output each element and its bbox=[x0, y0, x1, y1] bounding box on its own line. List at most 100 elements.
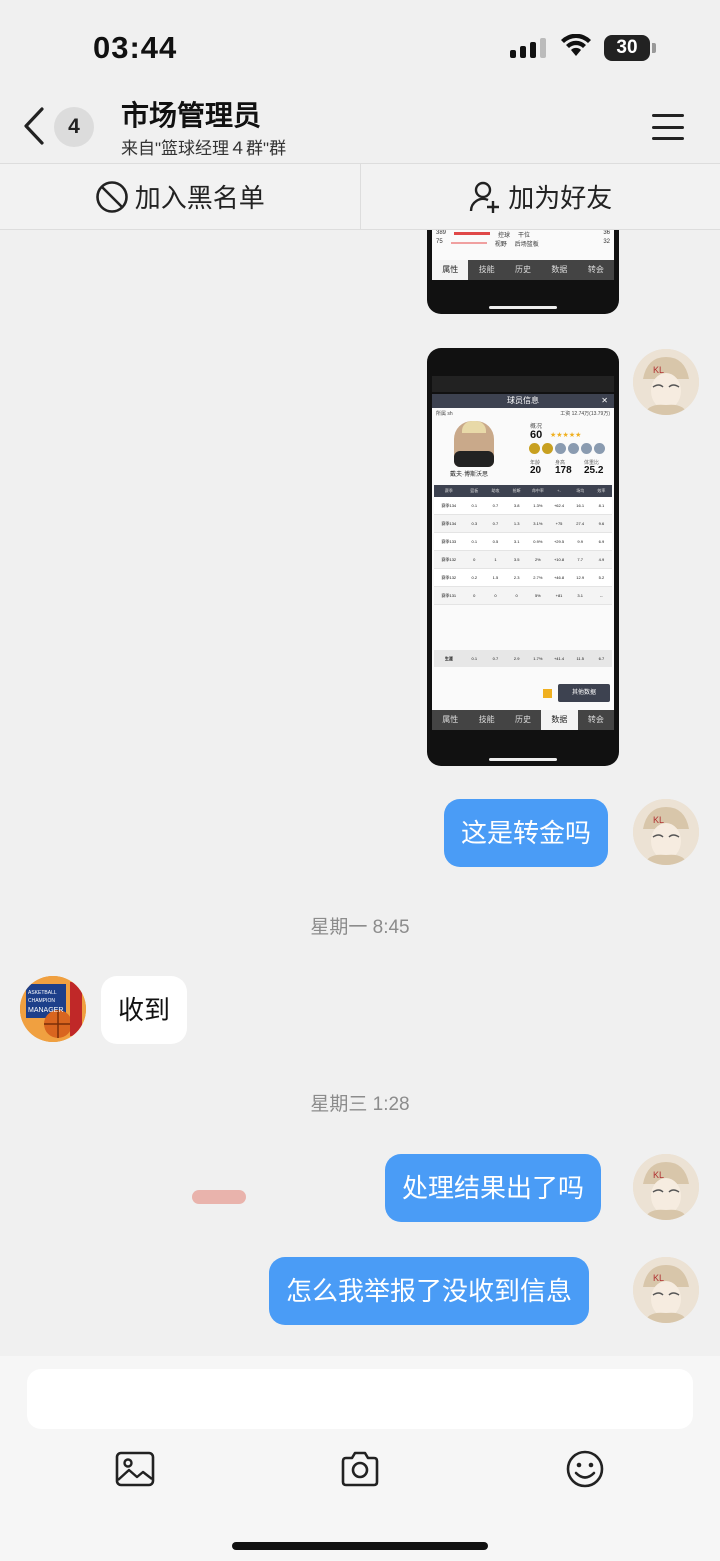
shot-tab: 技能 bbox=[478, 715, 495, 724]
career-cell: +41.4 bbox=[553, 656, 565, 661]
chat-area[interactable]: 389 控球 干位 36 75 视野 后场篮板 32 属性 技能 历史 数据 转… bbox=[0, 230, 720, 1356]
shot-tab: 转会 bbox=[587, 715, 604, 724]
chat-header: 4 市场管理员 来自"篮球经理４群"群 bbox=[0, 92, 720, 164]
career-cell: 11.5 bbox=[576, 656, 584, 661]
stats-cell: +62.4 bbox=[553, 503, 565, 508]
stats-table: 赛季134 0.1 0.7 3.8 1.3% +62.4 16.1 8.1 赛季134 0.3 0.… bbox=[434, 497, 612, 605]
my-avatar[interactable]: KL bbox=[633, 349, 699, 415]
stats-cell: 0 bbox=[473, 593, 476, 598]
my-avatar-icon: KL bbox=[633, 1154, 699, 1220]
stats-row: 赛季134 0.1 0.7 3.8 1.3% +62.4 16.1 8.1 bbox=[434, 497, 612, 515]
status-bar: 03:44 30 bbox=[0, 0, 720, 92]
stats-cell: 3.1 bbox=[513, 539, 520, 544]
admin-avatar-text: ASKETBALL bbox=[28, 990, 57, 996]
stats-cell: 0.1 bbox=[471, 539, 478, 544]
my-avatar[interactable]: KL bbox=[633, 1257, 699, 1323]
image-icon[interactable] bbox=[114, 1448, 156, 1490]
menu-icon[interactable] bbox=[652, 114, 684, 140]
stats-cell: 8.1 bbox=[598, 503, 605, 508]
my-avatar[interactable]: KL bbox=[633, 799, 699, 865]
stats-cell: +75 bbox=[555, 521, 563, 526]
my-avatar-icon: KL bbox=[633, 799, 699, 865]
emoji-icon[interactable] bbox=[564, 1448, 606, 1490]
wifi-icon bbox=[561, 34, 591, 56]
stats-cell: 27.4 bbox=[576, 521, 585, 526]
stats-cell: 0.3 bbox=[471, 521, 478, 526]
skill-badges bbox=[529, 443, 605, 454]
block-icon bbox=[95, 180, 128, 213]
stats-cell: -- bbox=[600, 593, 603, 598]
page-subtitle: 来自"篮球经理４群"群 bbox=[121, 139, 287, 158]
shot-title: 球员信息 bbox=[507, 396, 539, 405]
add-friend-icon bbox=[470, 181, 500, 213]
player-portrait bbox=[454, 421, 494, 467]
stats-cell: 5% bbox=[534, 593, 541, 598]
message-bubble-outgoing[interactable]: 这是转金吗 bbox=[444, 799, 609, 867]
stats-cell: 0 bbox=[473, 557, 476, 562]
shot-tab: 数据 bbox=[551, 265, 568, 274]
add-friend-label: 加为好友 bbox=[508, 183, 613, 213]
stats-cell: 12.9 bbox=[576, 575, 585, 580]
stats-cell: 赛季133 bbox=[441, 539, 457, 544]
stats-cell: 0.9% bbox=[533, 539, 543, 544]
my-avatar-icon: KL bbox=[633, 1257, 699, 1323]
career-cell: 2.9 bbox=[513, 656, 520, 661]
stats-header-row: 赛季 篮板 助攻 抢断 命中率 +- 场均 效率 bbox=[434, 485, 612, 497]
message-bubble-incoming[interactable]: 收到 bbox=[101, 976, 188, 1044]
stats-cell: 3.1 bbox=[577, 593, 583, 598]
stats-cell: 0.7 bbox=[492, 521, 499, 526]
action-bar: 加入黑名单 加为好友 bbox=[0, 163, 720, 230]
stats-cell: 3.5 bbox=[513, 557, 520, 562]
player-name: 戴夫·博斯沃思 bbox=[450, 472, 488, 478]
add-friend-button[interactable]: 加为好友 bbox=[361, 164, 720, 229]
shot-tabbar: 属性 技能 历史 数据 转会 bbox=[432, 710, 614, 730]
back-chevron-icon[interactable] bbox=[22, 106, 46, 146]
stats-cell: 赛季131 bbox=[441, 593, 457, 598]
career-cell: 0.7 bbox=[492, 656, 499, 661]
shot-cell: 32 bbox=[603, 239, 610, 245]
svg-text:KL: KL bbox=[653, 1170, 664, 1180]
stats-cell: 1.3 bbox=[513, 521, 520, 526]
stats-header: 效率 bbox=[597, 488, 606, 493]
message-input[interactable] bbox=[27, 1369, 693, 1429]
stats-cell: 赛季132 bbox=[441, 575, 457, 580]
unread-count-badge[interactable]: 4 bbox=[54, 107, 94, 147]
rating-stars: ★★★★★ bbox=[550, 432, 582, 439]
composer bbox=[0, 1356, 720, 1561]
battery-icon: 30 bbox=[604, 35, 650, 61]
shot-close-icon: ✕ bbox=[601, 396, 608, 405]
my-avatar[interactable]: KL bbox=[633, 1154, 699, 1220]
shot-tab: 技能 bbox=[478, 265, 495, 274]
camera-icon[interactable] bbox=[339, 1448, 381, 1490]
svg-text:KL: KL bbox=[653, 1273, 664, 1283]
stats-cell: 3.8 bbox=[513, 503, 520, 508]
stats-cell: 16.1 bbox=[576, 503, 585, 508]
shot-home-indicator bbox=[489, 758, 557, 761]
stats-cell: +10.8 bbox=[553, 557, 565, 562]
shot-meta: 所属 sh 工资 12.74万(13.79万) bbox=[432, 408, 614, 419]
stats-cell: 6.9 bbox=[598, 539, 605, 544]
stats-cell: 0 bbox=[515, 593, 518, 598]
message-bubble-outgoing[interactable]: 怎么我举报了没收到信息 bbox=[269, 1257, 590, 1325]
clock: 03:44 bbox=[93, 30, 178, 65]
shot-owner: 所属 sh bbox=[436, 411, 453, 417]
stats-header: 助攻 bbox=[491, 488, 500, 493]
shot-tab: 转会 bbox=[587, 265, 604, 274]
shot-cell: 视野 bbox=[494, 242, 507, 248]
stats-header: 赛季 bbox=[444, 488, 453, 493]
message-bubble-outgoing[interactable]: 处理结果出了吗 bbox=[385, 1154, 602, 1222]
image-message-top[interactable]: 389 控球 干位 36 75 视野 后场篮板 32 属性 技能 历史 数据 转… bbox=[427, 230, 619, 314]
block-button[interactable]: 加入黑名单 bbox=[0, 164, 361, 229]
admin-avatar[interactable]: ASKETBALL CHAMPION MANAGER bbox=[20, 976, 86, 1042]
shot-salary: 工资 12.74万(13.79万) bbox=[560, 411, 610, 417]
stats-header: 命中率 bbox=[531, 488, 544, 493]
page-title: 市场管理员 bbox=[121, 100, 262, 131]
stats-cell: 4.9 bbox=[598, 557, 605, 562]
shot-home-indicator bbox=[489, 306, 557, 309]
image-message-player-info[interactable]: 球员信息 ✕ 所属 sh 工资 12.74万(13.79万) 戴夫·博斯沃思 概… bbox=[427, 348, 619, 766]
shot-tabbar: 属性 技能 历史 数据 转会 bbox=[432, 260, 614, 280]
stats-cell: 赛季134 bbox=[441, 521, 457, 526]
svg-text:KL: KL bbox=[653, 815, 664, 825]
shot-cell: 控球 bbox=[498, 233, 511, 239]
stats-row: 赛季131 0 0 0 5% +81 3.1 -- bbox=[434, 587, 612, 605]
